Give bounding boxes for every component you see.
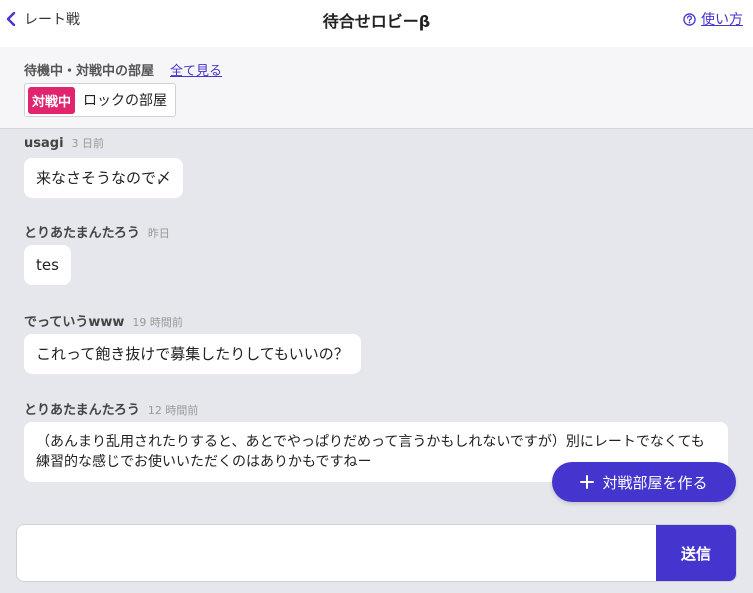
message-time: 昨日	[147, 227, 170, 240]
help-label: 使い方	[701, 12, 743, 28]
see-all-link[interactable]: 全て見る	[170, 60, 222, 79]
create-room-label: 対戦部屋を作る	[602, 473, 708, 492]
message-author: とりあたまんたろう	[24, 403, 140, 418]
chat-message: とりあたまんたろう 昨日 tes	[24, 222, 170, 285]
page-title: 待合せロビーβ	[322, 12, 431, 31]
help-link[interactable]: 使い方	[683, 9, 743, 29]
rooms-label: 待機中・対戦中の部屋	[24, 64, 155, 79]
message-bubble: 来なさそうなので〆	[24, 158, 184, 198]
plus-icon	[580, 475, 595, 489]
rooms-header: 待機中・対戦中の部屋 全て見る	[24, 60, 222, 79]
message-composer: 送信	[16, 524, 737, 582]
message-bubble: tes	[24, 245, 71, 285]
chat-message: usagi 3 日前 来なさそうなので〆	[24, 135, 184, 198]
send-button[interactable]: 送信	[656, 525, 736, 581]
message-time: 12 時間前	[147, 404, 199, 417]
message-time: 19 時間前	[132, 316, 183, 329]
status-badge: 対戦中	[28, 86, 76, 114]
message-time: 3 日前	[71, 137, 105, 150]
message-bubble: これって飽き抜けで募集したりしてもいいの？	[24, 334, 361, 374]
message-author: とりあたまんたろう	[24, 226, 140, 241]
app-header: レート戦 待合せロビーβ 使い方	[0, 0, 753, 47]
message-author: でっていうwww	[24, 315, 125, 330]
chat-message: でっていうwww 19 時間前 これって飽き抜けで募集したりしてもいいの？	[24, 311, 361, 374]
create-room-button[interactable]: 対戦部屋を作る	[552, 462, 736, 502]
message-input[interactable]	[17, 525, 656, 581]
room-name: ロックの部屋	[83, 93, 168, 109]
message-author: usagi	[24, 136, 64, 151]
rooms-panel: 待機中・対戦中の部屋 全て見る 対戦中 ロックの部屋	[0, 47, 753, 129]
room-chip[interactable]: 対戦中 ロックの部屋	[24, 83, 177, 117]
question-circle-icon	[683, 12, 696, 26]
